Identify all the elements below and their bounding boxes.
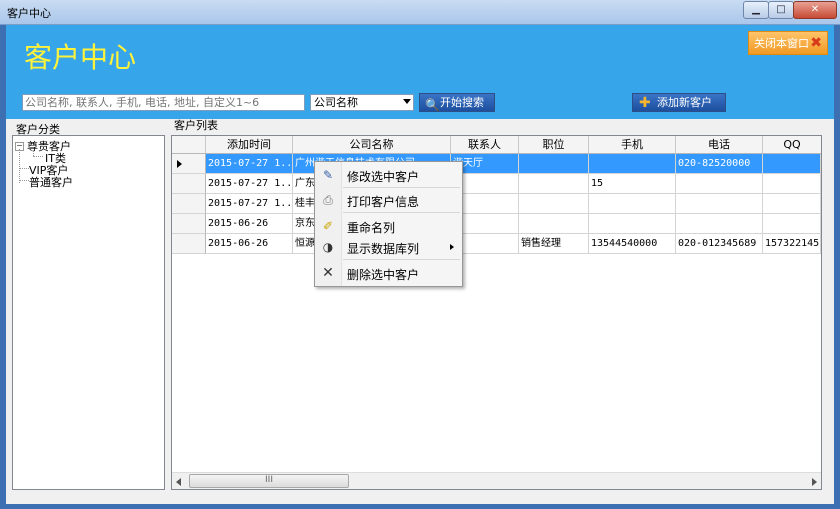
horizontal-scrollbar[interactable]: III (172, 472, 821, 489)
cell (763, 174, 821, 194)
cell (676, 194, 763, 214)
table-row[interactable]: 2015-06-26 京东 东 (172, 214, 821, 234)
tree-line (19, 149, 21, 183)
cell: 销售经理 (519, 234, 589, 254)
search-button-label: 开始搜索 (440, 96, 484, 109)
cell: 2015-07-27 1... (206, 154, 293, 174)
category-tree: − 尊贵客户 IT类 VIP客户 普通客户 (12, 135, 165, 490)
header-banner: 客户中心 关闭本窗口 ✖ (6, 25, 834, 87)
cell (519, 174, 589, 194)
cell: 13544540000 (589, 234, 676, 254)
row-selector[interactable] (172, 154, 206, 174)
columns-icon: ◑ (322, 240, 334, 254)
customer-grid: 添加时间 公司名称 联系人 职位 手机 电话 QQ 2015-07-27 1..… (171, 135, 822, 490)
dropdown-arrow-icon (403, 99, 411, 104)
edit-icon: ✎ (322, 168, 334, 182)
cell (763, 194, 821, 214)
cell: 15 (589, 174, 676, 194)
customer-list-label: 客户列表 (174, 119, 218, 132)
maximize-button[interactable]: □ (768, 1, 794, 19)
menu-item-edit-customer[interactable]: ✎ 修改选中客户 (315, 164, 462, 186)
cell (589, 154, 676, 174)
close-window-button[interactable]: 关闭本窗口 ✖ (748, 31, 828, 55)
menu-separator (343, 259, 460, 260)
col-header[interactable]: 手机 (589, 136, 676, 153)
rename-icon: ✐ (322, 219, 334, 233)
cell (519, 154, 589, 174)
table-row[interactable]: 2015-07-27 1... 广州谐天信息技术有限公司 谐天厅 020-825… (172, 154, 821, 174)
page-title: 客户中心 (24, 41, 137, 74)
table-row[interactable]: 2015-07-27 1... 广东 友 15 (172, 174, 821, 194)
add-customer-button[interactable]: ✚ 添加新客户 (632, 93, 726, 112)
col-header[interactable]: QQ (763, 136, 821, 153)
menu-item-rename-column[interactable]: ✐ 重命名列 (315, 215, 462, 237)
col-header[interactable]: 电话 (676, 136, 763, 153)
menu-item-label: 重命名列 (347, 221, 396, 235)
scroll-thumb[interactable]: III (189, 474, 349, 488)
menu-separator (343, 187, 460, 188)
cell: 2015-07-27 1... (206, 174, 293, 194)
cell: 2015-07-27 1... (206, 194, 293, 214)
cell (589, 214, 676, 234)
table-row[interactable]: 2015-06-26 恒源 儿 销售经理 13544540000 020-012… (172, 234, 821, 254)
row-pointer-icon (177, 160, 182, 168)
search-bar: 公司名称 🔍 开始搜索 ✚ 添加新客户 (6, 87, 834, 119)
cell (763, 214, 821, 234)
scroll-right-icon[interactable] (812, 478, 817, 486)
menu-item-print-customer[interactable]: ⎙ 打印客户信息 (315, 189, 462, 211)
cell (519, 214, 589, 234)
close-x-icon: ✖ (810, 35, 822, 51)
tree-node-normal[interactable]: 普通客户 (29, 174, 73, 190)
plus-icon: ✚ (639, 95, 651, 111)
printer-icon: ⎙ (323, 193, 333, 207)
tree-line (19, 168, 29, 170)
context-menu: ✎ 修改选中客户 ⎙ 打印客户信息 ✐ 重命名列 ◑ 显示数据库列 ✕ 删除选中… (314, 161, 463, 287)
window-title: 客户中心 (7, 7, 51, 20)
menu-item-label: 显示数据库列 (347, 242, 420, 256)
close-window-label: 关闭本窗口 (754, 37, 809, 50)
cell (676, 214, 763, 234)
cell: 157322145 (763, 234, 821, 254)
cell: 020-012345689 (676, 234, 763, 254)
window-close-button[interactable]: ✕ (793, 1, 837, 19)
search-field-select[interactable]: 公司名称 (310, 94, 414, 111)
menu-item-label: 修改选中客户 (347, 170, 420, 184)
col-header[interactable]: 添加时间 (206, 136, 293, 153)
search-input[interactable] (22, 94, 305, 111)
cell: 020-82520000 (676, 154, 763, 174)
col-header[interactable]: 公司名称 (293, 136, 451, 153)
row-selector[interactable] (172, 194, 206, 214)
cell (676, 174, 763, 194)
minimize-button[interactable]: ▁ (743, 1, 769, 19)
submenu-arrow-icon (450, 244, 454, 250)
tree-line (33, 156, 43, 158)
app-window: 客户中心 ▁ □ ✕ 客户中心 关闭本窗口 ✖ 公司名称 🔍 开始搜索 ✚ (0, 0, 840, 509)
cell (519, 194, 589, 214)
menu-item-show-db-columns[interactable]: ◑ 显示数据库列 (315, 236, 462, 258)
tree-line (19, 180, 29, 182)
title-bar: 客户中心 ▁ □ ✕ (0, 0, 840, 25)
delete-icon: ✕ (322, 265, 334, 281)
row-selector[interactable] (172, 234, 206, 254)
cell (763, 154, 821, 174)
row-selector[interactable] (172, 214, 206, 234)
grid-header: 添加时间 公司名称 联系人 职位 手机 电话 QQ (172, 136, 821, 154)
col-header[interactable]: 职位 (519, 136, 589, 153)
cell (589, 194, 676, 214)
search-field-value: 公司名称 (314, 96, 358, 109)
scroll-left-icon[interactable] (176, 478, 181, 486)
cell: 2015-06-26 (206, 234, 293, 254)
cell: 2015-06-26 (206, 214, 293, 234)
row-selector[interactable] (172, 174, 206, 194)
col-header[interactable]: 联系人 (451, 136, 519, 153)
table-row[interactable]: 2015-07-27 1... 桂丰 丰 (172, 194, 821, 214)
add-customer-label: 添加新客户 (657, 96, 712, 109)
menu-item-delete-customer[interactable]: ✕ 删除选中客户 (315, 262, 462, 284)
search-button[interactable]: 🔍 开始搜索 (419, 93, 495, 112)
menu-item-label: 打印客户信息 (347, 195, 420, 209)
menu-item-label: 删除选中客户 (347, 268, 420, 282)
menu-separator (343, 212, 460, 213)
header-row-selector (172, 136, 206, 153)
magnifier-icon: 🔍 (425, 98, 440, 112)
